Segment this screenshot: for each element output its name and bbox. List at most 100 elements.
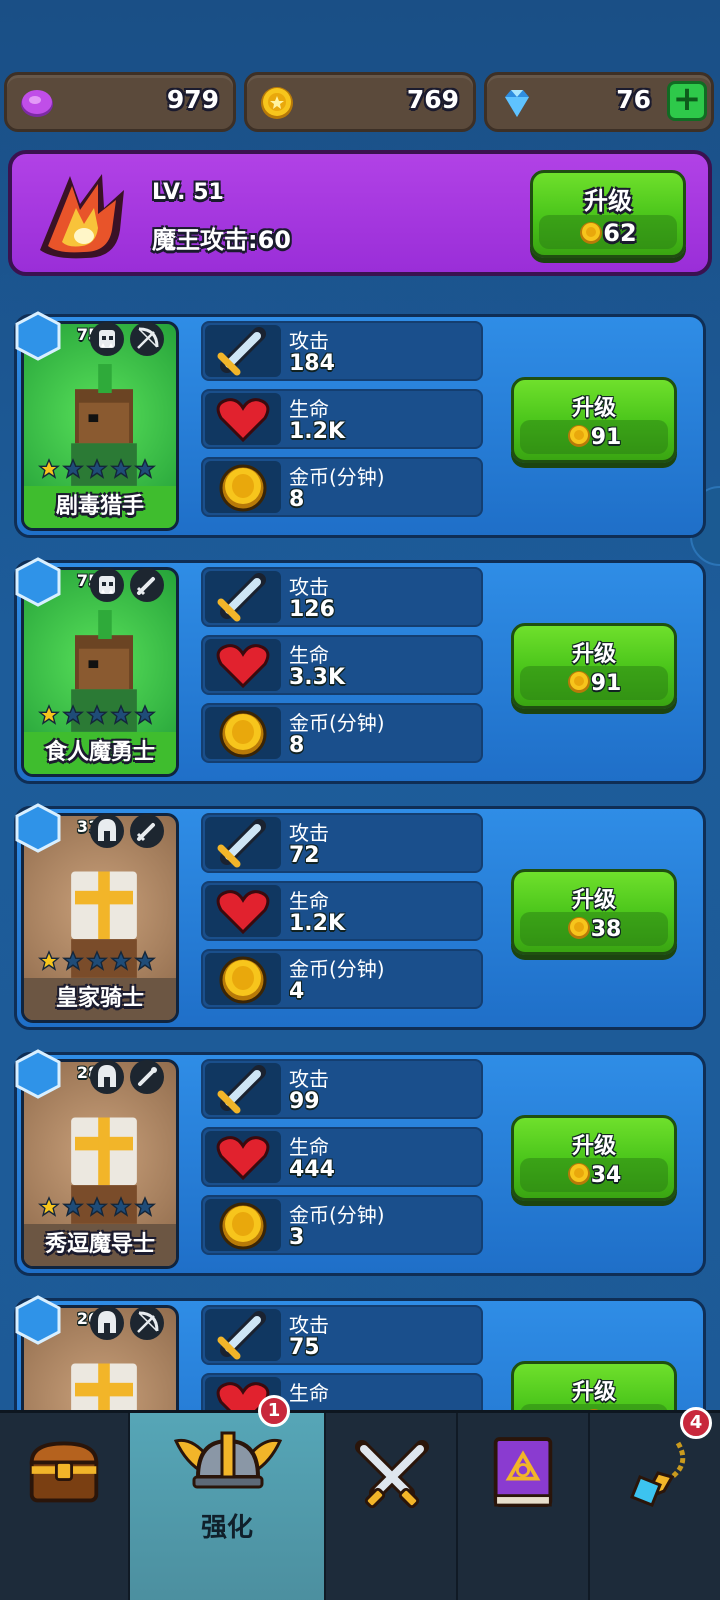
star-empty-icon: [134, 704, 156, 725]
sword-icon: [129, 567, 165, 603]
sword-icon: [217, 1311, 266, 1360]
star-empty-icon: [86, 458, 108, 479]
hero-card[interactable]: 食人魔勇士 75 攻击 126 生命 3.3K 金币(分钟) 8 升级 91: [13, 557, 706, 784]
heart-icon: [216, 644, 270, 689]
gold-rate-stat: 金币(分钟) 4: [201, 949, 483, 1009]
coin-icon: [580, 222, 603, 244]
sword-icon: [217, 1065, 266, 1114]
add-gems-button[interactable]: +: [667, 81, 707, 121]
gold-coin-icon: [219, 464, 267, 512]
star-empty-icon: [62, 704, 84, 725]
orc-icon: [89, 567, 125, 603]
coin-icon: [567, 671, 590, 693]
boss-upgrade-button[interactable]: 升级 62: [530, 170, 686, 258]
attack-stat: 攻击 99: [201, 1059, 483, 1119]
gold-rate-stat: 金币(分钟) 8: [201, 457, 483, 517]
coin-icon: [567, 425, 590, 447]
treasure-chest-icon: [29, 1441, 99, 1503]
life-stat: 生命 3.3K: [201, 635, 483, 695]
hexagon-badge-icon: [15, 311, 61, 361]
hero-upgrade-button[interactable]: 升级 38: [511, 869, 677, 955]
life-label: 生命: [289, 397, 329, 421]
sword-icon: [217, 327, 266, 376]
helmet-icon: [89, 1305, 125, 1341]
gold-rate-label: 金币(分钟): [289, 711, 385, 735]
coin-icon: [567, 1163, 590, 1185]
attack-stat: 攻击 75: [201, 1305, 483, 1365]
life-value: 1.2K: [289, 419, 346, 444]
hero-card[interactable]: 秀逗魔导士 28 攻击 99 生命 444 金币(分钟) 3 升级 34: [14, 1049, 706, 1276]
star-empty-icon: [134, 950, 156, 971]
upgrade-cost-value: 91: [590, 425, 622, 450]
star-empty-icon: [86, 1196, 108, 1217]
tab-spellbook[interactable]: [458, 1413, 590, 1600]
life-stat: 生命 1.2K: [201, 881, 483, 941]
bow-icon: [129, 321, 165, 357]
star-empty-icon: [134, 458, 156, 479]
upgrade-cost-value: 91: [590, 671, 622, 696]
winged-helmet-icon: [173, 1431, 283, 1489]
heart-icon: [216, 398, 270, 443]
hero-name: 秀逗魔导士: [24, 1224, 176, 1266]
life-label: 生命: [289, 643, 329, 667]
attack-label: 攻击: [289, 1067, 329, 1091]
life-label: 生命: [289, 1135, 329, 1159]
hexagon-badge-icon: [15, 1049, 61, 1099]
gem-counter: 76 +: [484, 72, 714, 132]
sword-icon: [129, 813, 165, 849]
upgrade-label: 升级: [571, 1134, 616, 1159]
star-empty-icon: [134, 1196, 156, 1217]
hero-card[interactable]: 剧毒猎手 75 攻击 184 生命 1.2K 金币(分钟) 8 升级 91: [14, 311, 706, 538]
tab-accessories[interactable]: 4: [590, 1407, 720, 1600]
accessories-notification-badge: 4: [680, 1407, 712, 1439]
star-empty-icon: [110, 950, 132, 971]
upgrade-notification-badge: 1: [258, 1395, 290, 1427]
gold-rate-value: 3: [289, 1225, 305, 1250]
attack-value: 184: [289, 351, 335, 376]
fireball-icon: [40, 174, 124, 259]
tab-upgrade[interactable]: 强化 1: [130, 1395, 326, 1600]
boss-level: LV. 51: [152, 180, 224, 205]
star-empty-icon: [62, 950, 84, 971]
hero-upgrade-button[interactable]: 升级 91: [511, 623, 677, 709]
star-empty-icon: [110, 458, 132, 479]
upgrade-cost-value: 62: [603, 219, 637, 247]
gold-rate-value: 8: [289, 487, 305, 512]
gold-rate-value: 8: [289, 733, 305, 758]
coin-icon: [567, 917, 590, 939]
attack-value: 75: [289, 1335, 320, 1360]
crossed-swords-icon: [355, 1440, 429, 1509]
hero-upgrade-button[interactable]: 升级 34: [511, 1115, 677, 1201]
star-filled-icon: [38, 704, 60, 725]
star-rating: [38, 458, 156, 480]
tab-battle[interactable]: [326, 1413, 458, 1600]
hero-level-badge: 75: [13, 557, 99, 607]
hero-level-badge: 31: [13, 803, 99, 853]
upgrade-cost: 38: [514, 916, 674, 942]
attack-stat: 攻击 184: [201, 321, 483, 381]
hexagon-badge-icon: [15, 1295, 61, 1345]
hero-card[interactable]: 皇家骑士 31 攻击 72 生命 1.2K 金币(分钟) 4 升级 38: [13, 803, 706, 1030]
hero-name: 食人魔勇士: [24, 732, 176, 774]
amulet-icon: [630, 1441, 686, 1507]
gold-coin-icon: [261, 87, 293, 119]
hero-upgrade-button[interactable]: 升级 91: [511, 377, 677, 463]
hero-name: 皇家骑士: [24, 978, 176, 1020]
upgrade-label: 升级: [571, 396, 616, 421]
attack-value: 99: [289, 1089, 320, 1114]
hero-name: 剧毒猎手: [24, 486, 176, 528]
gem-count: 76: [616, 85, 651, 114]
attack-value: 126: [289, 597, 335, 622]
star-filled-icon: [38, 458, 60, 479]
tab-chest[interactable]: [0, 1413, 130, 1600]
attack-label: 攻击: [289, 821, 329, 845]
upgrade-label: 升级: [571, 888, 616, 913]
star-rating: [38, 704, 156, 726]
star-empty-icon: [86, 704, 108, 725]
sword-icon: [217, 573, 266, 622]
gold-coin-icon: [219, 1202, 267, 1250]
heart-icon: [216, 890, 270, 935]
boss-attack: 魔王攻击:60: [152, 226, 291, 254]
hero-level-badge: 26: [13, 1295, 99, 1345]
upgrade-cost: 91: [514, 670, 674, 696]
